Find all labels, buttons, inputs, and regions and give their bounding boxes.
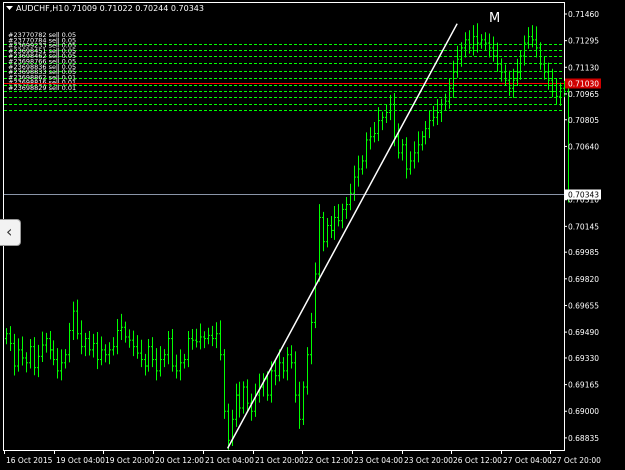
chart-header: AUDCHF,H1 0.71009 0.71022 0.70244 0.7034… [6,4,204,13]
current-price-label: 0.70343 [568,191,599,200]
price-chart[interactable]: AUDCHF,H1 0.71009 0.71022 0.70244 0.7034… [0,0,625,466]
x-tick-label: 19 Oct 20:00 [105,456,154,465]
y-tick-label: 0.70640 [568,142,599,151]
y-tick-label: 0.69820 [568,275,599,284]
y-tick-label: 0.70965 [568,90,599,99]
time-axis: 16 Oct 2015 19 Oct 04:00 19 Oct 20:00 20 Oc… [4,450,601,465]
y-tick-label: 0.69000 [568,407,599,416]
symbol-timeframe: AUDCHF,H1 [16,4,63,13]
x-tick-label: 22 Oct 12:00 [304,456,353,465]
y-tick-label: 0.69330 [568,354,599,363]
y-tick-label: 0.69165 [568,381,599,390]
triangle-down-icon[interactable] [6,6,13,10]
x-tick-label: 23 Oct 20:00 [404,456,453,465]
y-tick-label: 0.70145 [568,222,599,231]
y-tick-label: 0.69985 [568,248,599,257]
price-axis: 0.71460 0.71295 0.71130 0.70965 0.70805 0.706… [564,10,601,443]
x-tick-label: 26 Oct 12:00 [453,456,502,465]
x-tick-label: 21 Oct 04:00 [205,456,254,465]
collapse-tab-glyph: ‹ [6,222,13,241]
x-tick-label: 27 Oct 04:00 [503,456,552,465]
x-tick-label: 16 Oct 2015 [6,456,53,465]
y-tick-label: 0.68835 [568,434,599,443]
x-tick-label: 20 Oct 12:00 [155,456,204,465]
candles [5,23,570,450]
overlays [4,23,564,449]
order-label: #23698829 sell 0.01 [8,84,76,92]
x-tick-label: 23 Oct 04:00 [354,456,403,465]
y-tick-label: 0.69490 [568,328,599,337]
y-tick-label: 0.69655 [568,301,599,310]
annotation-m: M [489,11,500,26]
x-tick-label: 27 Oct 20:00 [552,456,601,465]
y-tick-label: 0.71295 [568,37,599,46]
ohlc-values: 0.71009 0.71022 0.70244 0.70343 [64,4,204,13]
chart-frame [3,2,565,451]
y-tick-label: 0.71130 [568,63,599,72]
y-tick-label: 0.71460 [568,10,599,19]
x-tick-label: 21 Oct 20:00 [255,456,304,465]
y-tick-label: 0.70805 [568,116,599,125]
trendline[interactable] [226,23,458,449]
entry-price-label: 0.71030 [568,80,599,89]
x-tick-label: 19 Oct 04:00 [56,456,105,465]
chevron-left-icon[interactable]: ‹ [0,219,21,246]
